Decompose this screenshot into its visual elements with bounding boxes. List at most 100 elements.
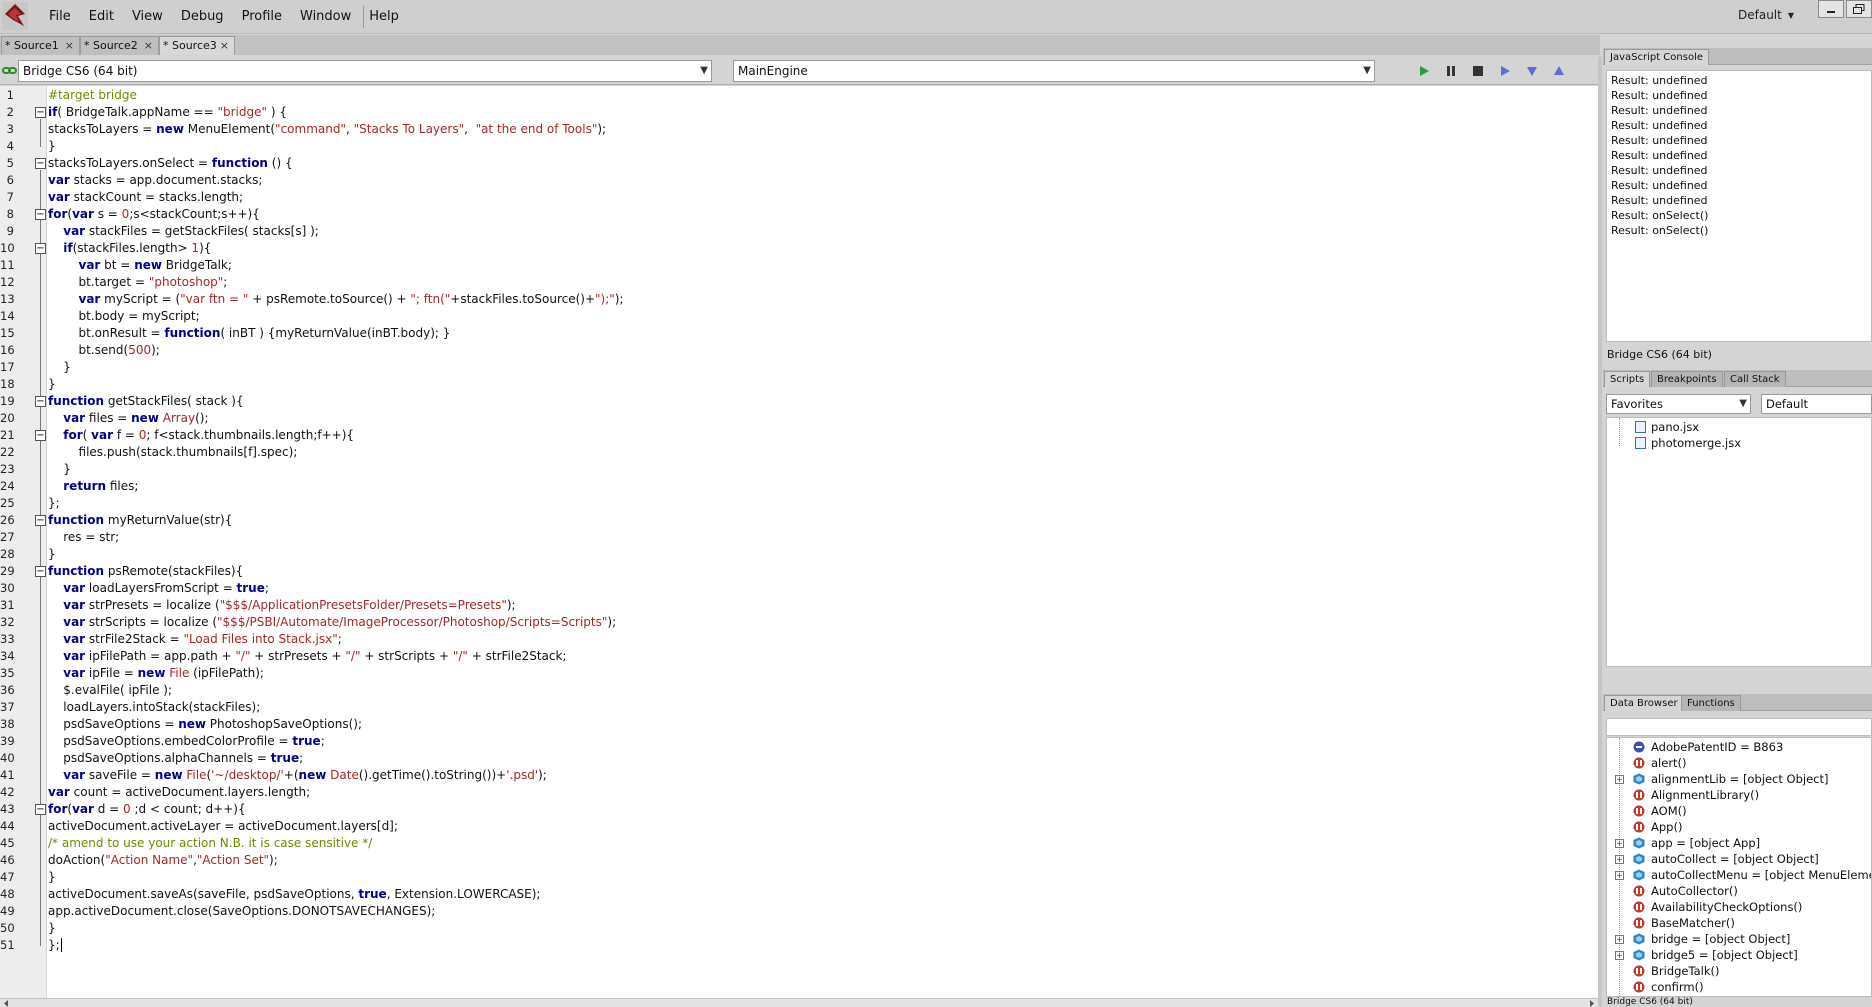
- data-browser-filter[interactable]: [1606, 718, 1872, 736]
- tab-scripts[interactable]: Scripts: [1604, 371, 1651, 387]
- code-line[interactable]: function psRemote(stackFiles){: [48, 564, 243, 578]
- code-line[interactable]: /* amend to use your action N.B. it is c…: [48, 836, 372, 850]
- tab-javascript-console[interactable]: JavaScript Console: [1604, 49, 1710, 65]
- code-line[interactable]: var ipFile = new File (ipFilePath);: [48, 666, 264, 680]
- code-line[interactable]: var saveFile = new File('~/desktop/'+(ne…: [48, 768, 547, 782]
- data-browser-item[interactable]: AvailabilityCheckOptions(): [1651, 900, 1802, 914]
- fold-toggle-icon[interactable]: −: [35, 396, 46, 407]
- code-line[interactable]: stacksToLayers = new MenuElement("comman…: [48, 122, 606, 136]
- tab-source1[interactable]: * Source1 ×: [1, 36, 80, 55]
- workspace-switcher[interactable]: Default ▼: [1738, 8, 1794, 22]
- pause-icon[interactable]: [1439, 61, 1462, 81]
- horizontal-scrollbar[interactable]: [0, 998, 1598, 1007]
- menu-debug[interactable]: Debug: [172, 0, 233, 34]
- code-line[interactable]: app.activeDocument.close(SaveOptions.DON…: [48, 904, 435, 918]
- code-line[interactable]: var strFile2Stack = "Load Files into Sta…: [48, 632, 342, 646]
- data-browser-item[interactable]: autoCollectMenu = [object MenuElement]: [1651, 868, 1871, 882]
- code-line[interactable]: res = str;: [48, 530, 119, 544]
- close-icon[interactable]: ×: [65, 37, 74, 54]
- code-line[interactable]: }: [48, 921, 56, 935]
- data-browser-item[interactable]: AdobePatentID = B863: [1651, 740, 1783, 754]
- fold-toggle-icon[interactable]: −: [35, 430, 46, 441]
- code-line[interactable]: }: [48, 377, 56, 391]
- close-icon[interactable]: ×: [144, 37, 153, 54]
- engine-select[interactable]: MainEngine ▼: [733, 60, 1375, 82]
- tab-call-stack[interactable]: Call Stack: [1724, 371, 1786, 387]
- data-browser-item[interactable]: AOM(): [1651, 804, 1687, 818]
- default-select[interactable]: Default: [1761, 394, 1872, 414]
- code-line[interactable]: files.push(stack.thumbnails[f].spec);: [48, 445, 298, 459]
- data-browser-item[interactable]: bridge5 = [object Object]: [1651, 948, 1798, 962]
- expand-icon[interactable]: +: [1615, 855, 1624, 864]
- data-browser-item[interactable]: AutoCollector(): [1651, 884, 1738, 898]
- favorites-select[interactable]: Favorites ▼: [1606, 394, 1751, 414]
- data-browser-item[interactable]: app = [object App]: [1651, 836, 1760, 850]
- code-line[interactable]: bt.onResult = function( inBT ) {myReturn…: [48, 326, 451, 340]
- link-icon[interactable]: [2, 65, 18, 80]
- code-line[interactable]: var stackCount = stacks.length;: [48, 190, 243, 204]
- editor-gutter[interactable]: 1 2 3 4 5 6 7 8 9 10 11 12 13 14 15 16 17 18 19 20 21 22 23 24 2…: [0, 86, 47, 998]
- code-line[interactable]: var stackFiles = getStackFiles( stacks[s…: [48, 224, 319, 238]
- fold-toggle-icon[interactable]: −: [35, 158, 46, 169]
- tab-data-browser[interactable]: Data Browser: [1604, 695, 1684, 711]
- code-line[interactable]: var bt = new BridgeTalk;: [48, 258, 232, 272]
- tab-source2[interactable]: * Source2 ×: [80, 36, 159, 55]
- code-line[interactable]: var strScripts = localize ("$$$/PSBI/Aut…: [48, 615, 616, 629]
- code-line[interactable]: var myScript = ("var ftn = " + psRemote.…: [48, 292, 624, 306]
- code-line[interactable]: var ipFilePath = app.path + "/" + strPre…: [48, 649, 566, 663]
- data-browser-item[interactable]: BaseMatcher(): [1651, 916, 1735, 930]
- script-item-photomerge[interactable]: photomerge.jsx: [1651, 436, 1741, 450]
- code-line[interactable]: }: [48, 870, 56, 884]
- panel-splitter[interactable]: [1598, 57, 1602, 1007]
- fold-toggle-icon[interactable]: −: [35, 209, 46, 220]
- step-out-icon[interactable]: [1547, 61, 1570, 81]
- code-line[interactable]: }: [48, 547, 56, 561]
- fold-toggle-icon[interactable]: −: [35, 243, 46, 254]
- code-line[interactable]: var loadLayersFromScript = true;: [48, 581, 269, 595]
- data-browser-item[interactable]: alert(): [1651, 756, 1687, 770]
- code-line[interactable]: for(var d = 0 ;d < count; d++){: [48, 802, 246, 816]
- fold-toggle-icon[interactable]: −: [35, 566, 46, 577]
- script-item-pano[interactable]: pano.jsx: [1651, 420, 1699, 434]
- menu-view[interactable]: View: [123, 0, 172, 34]
- code-line[interactable]: var count = activeDocument.layers.length…: [48, 785, 310, 799]
- menu-help[interactable]: Help: [360, 0, 408, 34]
- code-line[interactable]: function myReturnValue(str){: [48, 513, 232, 527]
- tab-functions[interactable]: Functions: [1681, 695, 1741, 711]
- code-line[interactable]: };: [48, 938, 60, 952]
- code-line[interactable]: stacksToLayers.onSelect = function () {: [48, 156, 293, 170]
- close-icon[interactable]: ×: [220, 37, 229, 54]
- code-line[interactable]: if(stackFiles.length> 1){: [48, 241, 211, 255]
- code-line[interactable]: var files = new Array();: [48, 411, 208, 425]
- tab-source3[interactable]: * Source3 ×: [159, 36, 235, 55]
- fold-toggle-icon[interactable]: −: [35, 515, 46, 526]
- code-line[interactable]: doAction("Action Name","Action Set");: [48, 853, 278, 867]
- expand-icon[interactable]: +: [1615, 871, 1624, 880]
- code-line[interactable]: }: [48, 462, 71, 476]
- run-icon[interactable]: [1412, 61, 1435, 81]
- restore-button[interactable]: [1846, 0, 1872, 18]
- code-line[interactable]: for( var f = 0; f<stack.thumbnails.lengt…: [48, 428, 354, 442]
- code-line[interactable]: bt.send(500);: [48, 343, 160, 357]
- javascript-console[interactable]: Result: undefined Result: undefined Result…: [1606, 70, 1872, 342]
- code-line[interactable]: psdSaveOptions = new PhotoshopSaveOption…: [48, 717, 362, 731]
- code-line[interactable]: bt.body = myScript;: [48, 309, 200, 323]
- code-line[interactable]: };: [48, 496, 60, 510]
- code-line[interactable]: var strPresets = localize ("$$$/Applicat…: [48, 598, 515, 612]
- data-browser-item[interactable]: BridgeTalk(): [1651, 964, 1719, 978]
- step-into-icon[interactable]: [1520, 61, 1543, 81]
- menu-file[interactable]: File: [40, 0, 80, 34]
- minimize-button[interactable]: [1818, 0, 1844, 18]
- data-browser-item[interactable]: bridge = [object Object]: [1651, 932, 1790, 946]
- expand-icon[interactable]: +: [1615, 775, 1624, 784]
- menu-edit[interactable]: Edit: [80, 0, 123, 34]
- code-line[interactable]: var stacks = app.document.stacks;: [48, 173, 262, 187]
- code-line[interactable]: return files;: [48, 479, 138, 493]
- expand-icon[interactable]: +: [1615, 951, 1624, 960]
- step-over-icon[interactable]: [1493, 61, 1516, 81]
- data-browser-item[interactable]: confirm(): [1651, 980, 1704, 994]
- tab-breakpoints[interactable]: Breakpoints: [1651, 371, 1723, 387]
- code-line[interactable]: activeDocument.saveAs(saveFile, psdSaveO…: [48, 887, 540, 901]
- menu-profile[interactable]: Profile: [233, 0, 291, 34]
- fold-toggle-icon[interactable]: −: [35, 107, 46, 118]
